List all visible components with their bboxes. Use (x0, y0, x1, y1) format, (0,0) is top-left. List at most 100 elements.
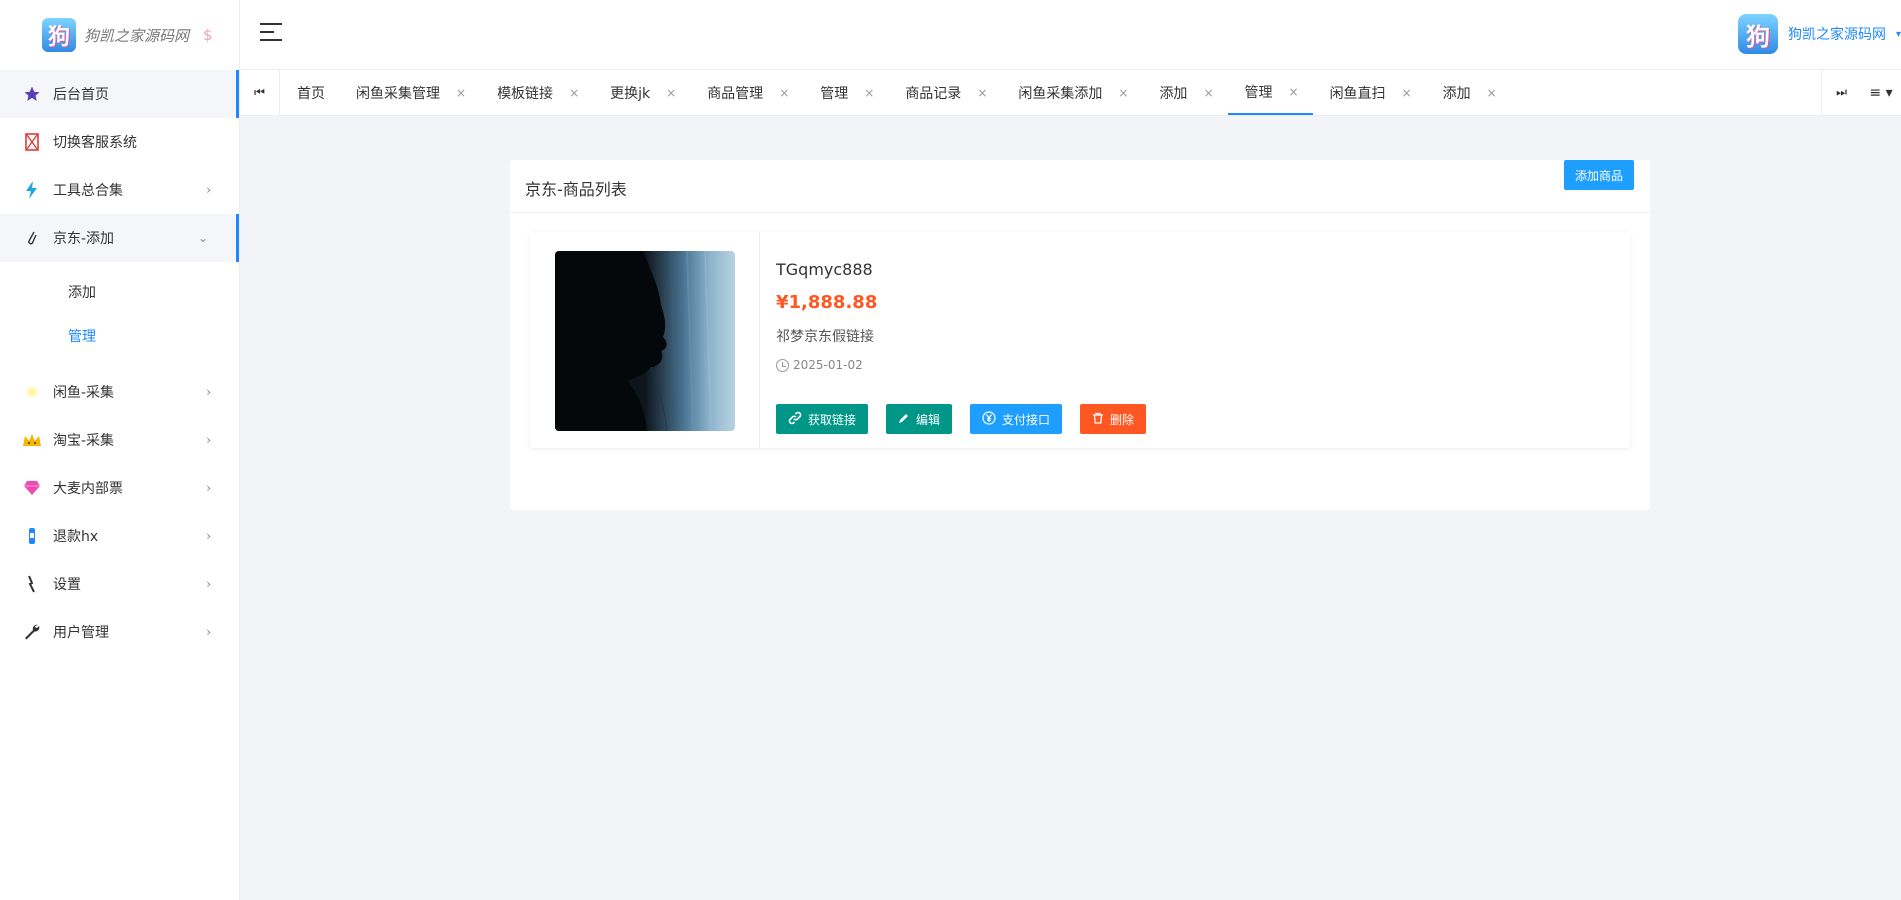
tab-label: 首页 (297, 85, 325, 102)
tab-label: 闲鱼采集添加 (1018, 85, 1103, 102)
sidebar-item-label: 退款hx (53, 529, 99, 545)
chevron-down-icon: ⌄ (197, 231, 208, 245)
sidebar-item-tools[interactable]: 工具总合集 › (0, 166, 239, 214)
user-menu[interactable]: 狗 狗凯之家源码网 ▾ (1737, 14, 1901, 54)
close-icon[interactable]: × (779, 86, 789, 100)
close-icon[interactable]: × (456, 86, 466, 100)
tab-label: 更换jk (610, 85, 651, 102)
flag-icon (22, 132, 42, 152)
sidebar-item-settings[interactable]: 设置 › (0, 560, 239, 608)
product-list-card: 京东-商品列表 添加商品 TGqmyc888 ¥1,888.88 祁梦京东假链接… (510, 160, 1650, 510)
tool-icon (22, 574, 42, 594)
sidebar-item-xianyu-collect[interactable]: 闲鱼-采集 › (0, 368, 239, 416)
close-icon[interactable]: × (569, 86, 579, 100)
menu-toggle-icon[interactable] (260, 23, 284, 43)
edit-button[interactable]: 编辑 (886, 404, 953, 434)
dollar-icon: $ (203, 26, 213, 44)
tab-manage-active[interactable]: 管理 × (1227, 70, 1313, 115)
tab-label: 商品记录 (905, 85, 962, 102)
jd-submenu: 添加 管理 (0, 262, 239, 368)
sidebar-item-label: 工具总合集 (53, 183, 123, 199)
tab-next-button[interactable]: ⏭ (1821, 70, 1861, 115)
tabs: 首页 闲鱼采集管理 × 模板链接 × 更换jk × 商品管理 × 管理 × 商品… (280, 70, 1821, 115)
tab-label: 添加 (1442, 85, 1471, 102)
sidebar-item-label: 京东-添加 (53, 231, 115, 247)
product-name: TGqmyc888 (776, 260, 873, 279)
header: 狗 狗凯之家源码网 ▾ (240, 0, 1901, 70)
sidebar-item-jd-add[interactable]: 京东-添加 ⌄ (0, 214, 239, 262)
get-link-button[interactable]: 获取链接 (776, 404, 869, 434)
sidebar-item-taobao-collect[interactable]: 淘宝-采集 › (0, 416, 239, 464)
tab-change-jk[interactable]: 更换jk × (593, 70, 690, 115)
close-icon[interactable]: × (666, 86, 676, 100)
button-label: 获取链接 (808, 412, 857, 427)
product-actions: 获取链接 编辑 支付接口 删除 (776, 404, 1147, 434)
submenu-item-label: 添加 (68, 285, 96, 301)
product-description: 祁梦京东假链接 (776, 329, 874, 345)
tab-xianyu-scan[interactable]: 闲鱼直扫 × (1313, 70, 1426, 115)
submenu-item-manage[interactable]: 管理 (0, 314, 239, 358)
sidebar-item-home[interactable]: 后台首页 (0, 70, 239, 118)
tab-xianyu-collect-manage[interactable]: 闲鱼采集管理 × (339, 70, 480, 115)
button-label: 删除 (1110, 412, 1135, 427)
tab-label: 商品管理 (707, 85, 764, 102)
close-icon[interactable]: × (1402, 86, 1412, 100)
payment-interface-button[interactable]: 支付接口 (970, 404, 1063, 434)
logo[interactable]: 狗 狗凯之家源码网 $ (0, 0, 239, 70)
delete-button[interactable]: 删除 (1080, 404, 1147, 434)
chevron-right-icon: › (206, 625, 211, 639)
close-icon[interactable]: × (977, 86, 987, 100)
tab-label: 管理 (820, 85, 849, 102)
close-icon[interactable]: × (1487, 86, 1497, 100)
add-product-button[interactable]: 添加商品 (1563, 160, 1634, 190)
tab-label: 闲鱼直扫 (1329, 85, 1386, 102)
button-label: 支付接口 (1002, 412, 1051, 427)
button-label: 编辑 (916, 412, 941, 427)
tab-template-link[interactable]: 模板链接 × (480, 70, 593, 115)
crown-icon (22, 430, 42, 450)
close-icon[interactable]: × (1203, 86, 1213, 100)
sidebar-item-user-management[interactable]: 用户管理 › (0, 608, 239, 656)
chevron-right-icon: › (206, 183, 211, 197)
tab-label: 模板链接 (497, 85, 554, 102)
caret-down-icon: ▾ (1895, 28, 1901, 40)
product-date: 2025-01-02 (776, 358, 863, 372)
product-item: TGqmyc888 ¥1,888.88 祁梦京东假链接 2025-01-02 获… (530, 232, 1630, 448)
tab-prev-button[interactable]: ⏮ (240, 70, 280, 115)
sidebar-item-switch-service[interactable]: 切换客服系统 (0, 118, 239, 166)
tab-bar: ⏮ 首页 闲鱼采集管理 × 模板链接 × 更换jk × 商品管理 × 管理 × … (240, 70, 1901, 116)
chevron-right-icon: › (206, 385, 211, 399)
avatar: 狗 (1737, 14, 1778, 54)
gem-icon (22, 478, 42, 498)
tab-add[interactable]: 添加 × (1142, 70, 1227, 115)
tab-product-records[interactable]: 商品记录 × (888, 70, 1001, 115)
chevron-right-icon: › (206, 577, 211, 591)
close-icon[interactable]: × (1289, 85, 1299, 99)
sidebar-item-refund[interactable]: 退款hx › (0, 512, 239, 560)
tab-xianyu-collect-add[interactable]: 闲鱼采集添加 × (1001, 70, 1142, 115)
sidebar-item-label: 闲鱼-采集 (53, 385, 115, 401)
close-icon[interactable]: × (1118, 86, 1128, 100)
product-image (555, 251, 735, 431)
sidebar-item-label: 大麦内部票 (53, 481, 123, 497)
sidebar-item-label: 淘宝-采集 (53, 433, 115, 449)
sidebar-item-damai-tickets[interactable]: 大麦内部票 › (0, 464, 239, 512)
tab-home[interactable]: 首页 (280, 70, 339, 115)
tab-product-manage[interactable]: 商品管理 × (690, 70, 803, 115)
tab-add-2[interactable]: 添加 × (1426, 70, 1511, 115)
submenu-item-add[interactable]: 添加 (0, 270, 239, 314)
sidebar: 狗 狗凯之家源码网 $ 后台首页 切换客服系统 工具总合集 › 京东-添加 ⌄ … (0, 0, 240, 900)
tab-label: 闲鱼采集管理 (356, 85, 440, 102)
chevron-right-icon: › (206, 529, 211, 543)
close-icon[interactable]: × (864, 86, 874, 100)
star-icon (22, 84, 42, 104)
lightning-icon (22, 180, 42, 200)
logo-badge: 狗 (42, 18, 76, 52)
tab-manage[interactable]: 管理 × (803, 70, 888, 115)
tab-menu-button[interactable]: ≡ ▾ (1861, 70, 1901, 115)
sidebar-item-label: 设置 (53, 577, 81, 593)
sidebar-item-label: 用户管理 (53, 625, 109, 641)
yen-icon (982, 410, 996, 428)
chevron-right-icon: › (206, 481, 211, 495)
logo-text: 狗凯之家源码网 (84, 26, 190, 45)
